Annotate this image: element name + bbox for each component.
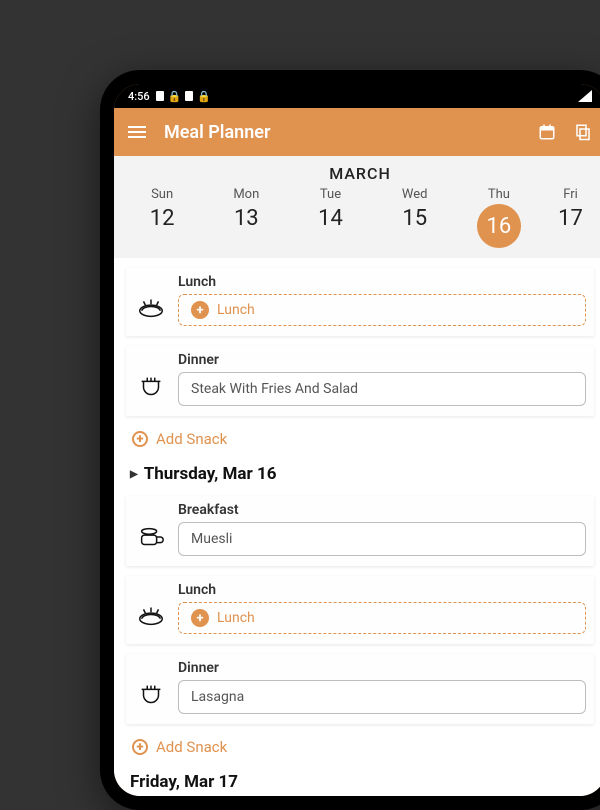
battery-icon-2 xyxy=(185,91,193,101)
day-tue[interactable]: Tue 14 xyxy=(288,187,372,248)
lunch-icon xyxy=(134,598,168,632)
lock-icon: 🔒 xyxy=(168,90,182,103)
caret-right-icon: ▶ xyxy=(130,469,138,480)
meal-label-breakfast: Breakfast xyxy=(178,502,586,518)
day-header-thursday[interactable]: ▶ Thursday, Mar 16 xyxy=(114,462,600,492)
app-title: Meal Planner xyxy=(164,122,520,143)
days-row: Sun 12 Mon 13 Tue 14 Wed 15 Thu 16 xyxy=(114,183,600,248)
dinner-icon xyxy=(134,678,168,712)
breakfast-icon xyxy=(134,520,168,554)
meal-label-lunch: Lunch xyxy=(178,274,586,290)
meal-label-dinner: Dinner xyxy=(178,660,586,676)
plus-icon: + xyxy=(191,301,209,319)
day-fri[interactable]: Fri 17 xyxy=(541,187,600,248)
meal-label-lunch: Lunch xyxy=(178,582,586,598)
plus-icon: + xyxy=(132,431,148,447)
add-snack-label: Add Snack xyxy=(156,738,227,756)
day-title: Thursday, Mar 16 xyxy=(144,464,277,484)
add-snack-button-thu[interactable]: + Add Snack xyxy=(114,734,600,770)
meal-card-dinner: Dinner Steak With Fries And Salad xyxy=(126,346,594,416)
plus-icon: + xyxy=(191,609,209,627)
calendar-strip: MARCH Sun 12 Mon 13 Tue 14 Wed 15 xyxy=(114,156,600,258)
status-icons-left: 🔒 🔒 xyxy=(156,90,211,103)
day-title-friday: Friday, Mar 17 xyxy=(130,772,238,792)
meal-list[interactable]: Lunch + Lunch xyxy=(114,258,600,796)
add-snack-label: Add Snack xyxy=(156,430,227,448)
tablet-screen: 4:56 🔒 🔒 Meal Planner xyxy=(114,84,600,796)
hamburger-icon[interactable] xyxy=(128,126,146,138)
status-bar: 4:56 🔒 🔒 xyxy=(114,84,600,108)
day-sun[interactable]: Sun 12 xyxy=(120,187,204,248)
meal-card-breakfast-thu: Breakfast Muesli xyxy=(126,496,594,566)
signal-icon xyxy=(578,90,592,102)
dinner-value[interactable]: Steak With Fries And Salad xyxy=(178,372,586,406)
battery-icon xyxy=(156,91,164,101)
calendar-icon[interactable] xyxy=(538,123,556,141)
clock: 4:56 xyxy=(128,90,150,103)
app-header: Meal Planner xyxy=(114,108,600,156)
add-snack-button[interactable]: + Add Snack xyxy=(114,426,600,462)
day-thu[interactable]: Thu 16 xyxy=(457,187,541,248)
meal-card-lunch: Lunch + Lunch xyxy=(126,268,594,336)
lock-icon-2: 🔒 xyxy=(197,90,211,103)
breakfast-value[interactable]: Muesli xyxy=(178,522,586,556)
meal-label-dinner: Dinner xyxy=(178,352,586,368)
dinner-value-thu[interactable]: Lasagna xyxy=(178,680,586,714)
lunch-placeholder-text: Lunch xyxy=(217,610,255,626)
tablet-frame: 4:56 🔒 🔒 Meal Planner xyxy=(100,70,600,810)
month-label: MARCH xyxy=(114,164,600,183)
lunch-placeholder-text: Lunch xyxy=(217,302,255,318)
copy-icon[interactable] xyxy=(574,123,592,141)
dinner-icon xyxy=(134,370,168,404)
day-wed[interactable]: Wed 15 xyxy=(373,187,457,248)
add-lunch-button[interactable]: + Lunch xyxy=(178,294,586,326)
meal-card-lunch-thu: Lunch + Lunch xyxy=(126,576,594,644)
plus-icon: + xyxy=(132,739,148,755)
day-mon[interactable]: Mon 13 xyxy=(204,187,288,248)
meal-card-dinner-thu: Dinner Lasagna xyxy=(126,654,594,724)
lunch-icon xyxy=(134,290,168,324)
add-lunch-button-thu[interactable]: + Lunch xyxy=(178,602,586,634)
day-header-friday[interactable]: Friday, Mar 17 xyxy=(114,770,600,796)
